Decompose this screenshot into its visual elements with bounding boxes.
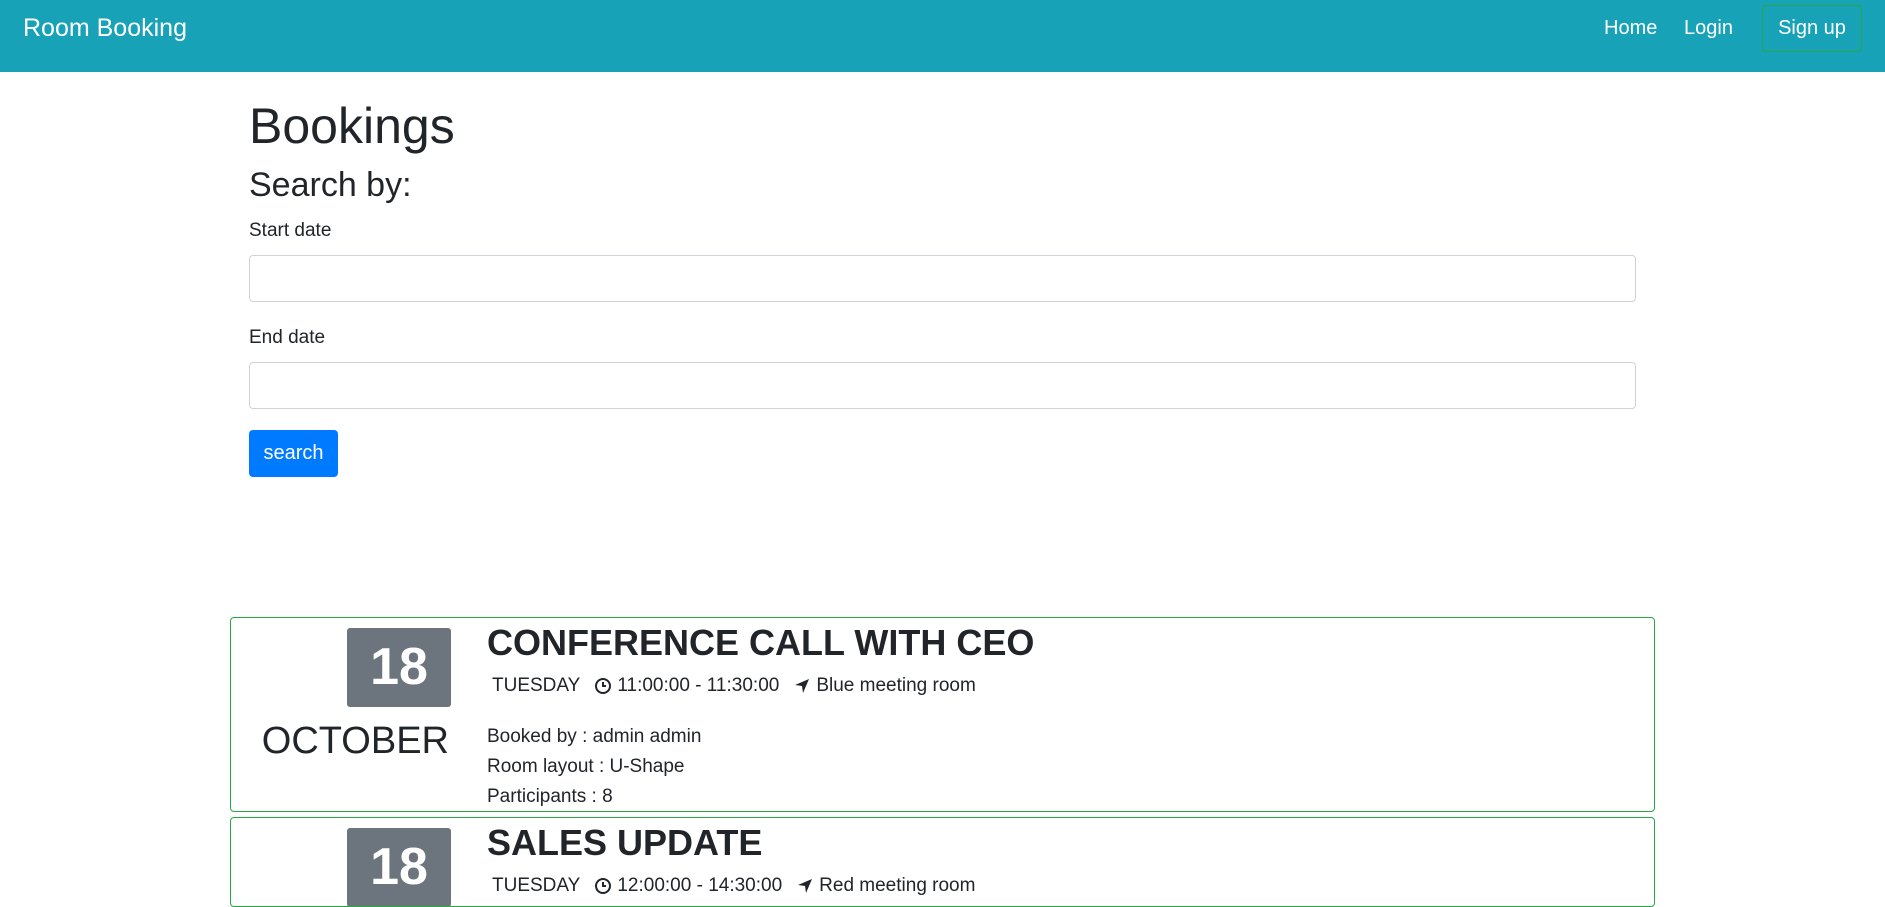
location-arrow-icon	[795, 679, 810, 693]
brand-link[interactable]: Room Booking	[23, 14, 187, 43]
start-date-input[interactable]	[249, 255, 1636, 302]
location-arrow-icon	[798, 879, 813, 893]
booking-meta: TUESDAY 12:00:00 - 14:30:00 Red meeting …	[492, 874, 975, 898]
booking-card: 18 OCTOBER CONFERENCE CALL WITH CEO TUES…	[230, 617, 1655, 812]
booking-weekday: TUESDAY	[492, 675, 581, 696]
booking-month: OCTOBER	[261, 720, 449, 762]
nav-login-link[interactable]: Login	[1684, 17, 1733, 40]
booking-room: Red meeting room	[819, 875, 976, 896]
booking-title: CONFERENCE CALL WITH CEO	[487, 622, 1035, 663]
page-title: Bookings	[249, 98, 455, 154]
nav-home-link[interactable]: Home	[1604, 17, 1657, 40]
signup-button[interactable]: Sign up	[1762, 5, 1862, 52]
end-date-label: End date	[249, 327, 326, 348]
booking-participants: Participants : 8	[487, 786, 613, 807]
booking-day: 18	[347, 628, 451, 707]
booking-day: 18	[347, 828, 451, 906]
clock-icon	[595, 678, 612, 694]
end-date-input[interactable]	[249, 362, 1636, 409]
booking-title: SALES UPDATE	[487, 822, 763, 863]
top-navbar: Room Booking Home Login Sign up	[0, 0, 1885, 72]
clock-icon	[595, 878, 612, 894]
search-heading: Search by:	[249, 166, 412, 204]
booking-room-layout: Room layout : U-Shape	[487, 756, 685, 777]
booking-card: 18 SALES UPDATE TUESDAY 12:00:00 - 14:30…	[230, 817, 1655, 907]
booking-time: 12:00:00 - 14:30:00	[617, 875, 783, 896]
start-date-label: Start date	[249, 220, 332, 241]
search-button[interactable]: search	[249, 430, 338, 477]
booking-time: 11:00:00 - 11:30:00	[617, 675, 780, 696]
booking-booked-by: Booked by : admin admin	[487, 726, 702, 747]
booking-room: Blue meeting room	[816, 675, 976, 696]
booking-meta: TUESDAY 11:00:00 - 11:30:00 Blue meeting…	[492, 674, 976, 698]
booking-weekday: TUESDAY	[492, 875, 581, 896]
